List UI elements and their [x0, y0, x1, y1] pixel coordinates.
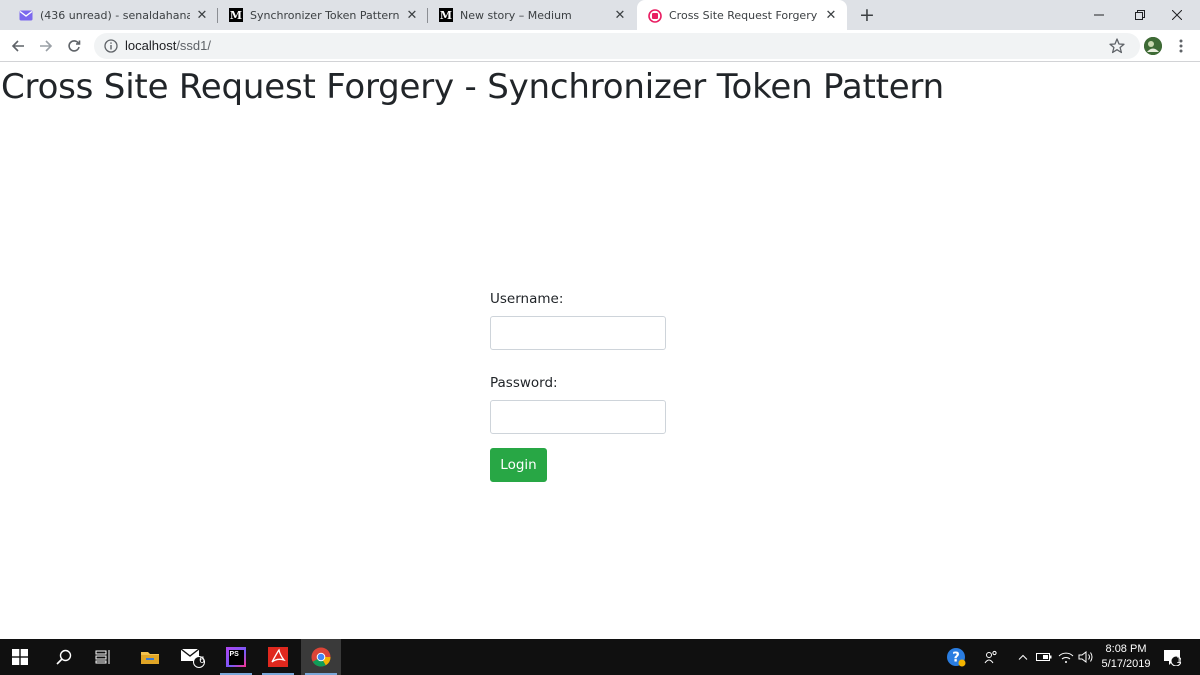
svg-text:M: M — [440, 9, 452, 22]
username-field[interactable] — [490, 316, 666, 350]
chrome-icon[interactable] — [301, 639, 341, 675]
tab-strip: (436 unread) - senaldahanayaka@ ✕ M Sync… — [0, 0, 1200, 31]
tab-title: Synchronizer Token Pattern – cro — [250, 8, 400, 22]
search-icon[interactable] — [44, 639, 84, 675]
close-tab-icon[interactable]: ✕ — [612, 8, 628, 23]
password-field[interactable] — [490, 400, 666, 434]
close-tab-icon[interactable]: ✕ — [194, 8, 210, 23]
battery-icon[interactable] — [1034, 639, 1054, 675]
medium-icon: M — [438, 7, 454, 23]
tab-csrf-active[interactable]: Cross Site Request Forgery Prote ✕ — [637, 0, 847, 31]
info-icon[interactable] — [103, 38, 119, 54]
close-tab-icon[interactable]: ✕ — [823, 8, 839, 23]
tab-title: New story – Medium — [460, 8, 572, 22]
tab-title: Cross Site Request Forgery Prote — [669, 9, 819, 22]
browser-toolbar: localhost/ssd1/ — [0, 30, 1200, 62]
people-icon[interactable] — [980, 639, 1002, 675]
volume-icon[interactable] — [1076, 639, 1096, 675]
clock[interactable]: 8:08 PM 5/17/2019 — [1098, 642, 1154, 672]
back-icon[interactable] — [8, 36, 28, 56]
phpstorm-label: PS — [228, 649, 244, 665]
windows-start-icon[interactable] — [0, 639, 40, 675]
web-page: Cross Site Request Forgery - Synchronize… — [0, 63, 1200, 639]
menu-kebab-icon[interactable] — [1171, 35, 1191, 57]
password-label: Password: — [490, 375, 558, 391]
medium-icon: M — [228, 7, 244, 23]
url-path: /ssd1/ — [176, 38, 211, 53]
acrobat-icon[interactable] — [258, 639, 298, 675]
login-button[interactable]: Login — [490, 448, 547, 482]
profile-avatar[interactable] — [1144, 37, 1162, 55]
wifi-icon[interactable] — [1056, 639, 1076, 675]
mail-app-icon[interactable]: 6 — [172, 639, 212, 675]
svg-text:M: M — [230, 9, 242, 22]
page-title: Cross Site Request Forgery - Synchronize… — [1, 67, 944, 107]
clock-date: 5/17/2019 — [1101, 658, 1151, 670]
close-tab-icon[interactable]: ✕ — [404, 8, 420, 23]
bookmark-star-icon[interactable] — [1108, 37, 1126, 55]
mail-icon — [18, 7, 34, 23]
site-icon — [647, 8, 663, 24]
url-host: localhost — [125, 38, 177, 53]
new-tab-button[interactable]: + — [857, 4, 877, 26]
notification-count: 1 — [1176, 656, 1182, 666]
clock-time: 8:08 PM — [1105, 643, 1147, 655]
file-explorer-icon[interactable] — [130, 639, 170, 675]
chevron-up-icon[interactable] — [1014, 639, 1032, 675]
forward-icon[interactable] — [36, 36, 56, 56]
help-icon[interactable]: ? — [944, 639, 968, 675]
mail-badge: 6 — [199, 656, 205, 666]
phpstorm-icon[interactable]: PS — [216, 639, 256, 675]
url-text: localhost/ssd1/ — [125, 38, 211, 53]
tab-synchronizer[interactable]: M Synchronizer Token Pattern – cro ✕ — [218, 0, 428, 30]
notification-center-icon[interactable]: 1 — [1160, 639, 1184, 675]
minimize-icon[interactable] — [1076, 0, 1122, 30]
tab-gmail[interactable]: (436 unread) - senaldahanayaka@ ✕ — [8, 0, 218, 30]
windows-taskbar: 6 PS ? 8:08 PM 5/17/2019 1 — [0, 639, 1200, 675]
close-window-icon[interactable] — [1154, 0, 1200, 30]
login-form: Username: Password: Login — [490, 290, 670, 482]
reload-icon[interactable] — [64, 36, 84, 56]
username-label: Username: — [490, 291, 564, 307]
tab-title: (436 unread) - senaldahanayaka@ — [40, 8, 190, 22]
tab-new-story[interactable]: M New story – Medium ✕ — [428, 0, 636, 30]
task-view-icon[interactable] — [84, 639, 124, 675]
address-bar[interactable]: localhost/ssd1/ — [94, 33, 1140, 59]
